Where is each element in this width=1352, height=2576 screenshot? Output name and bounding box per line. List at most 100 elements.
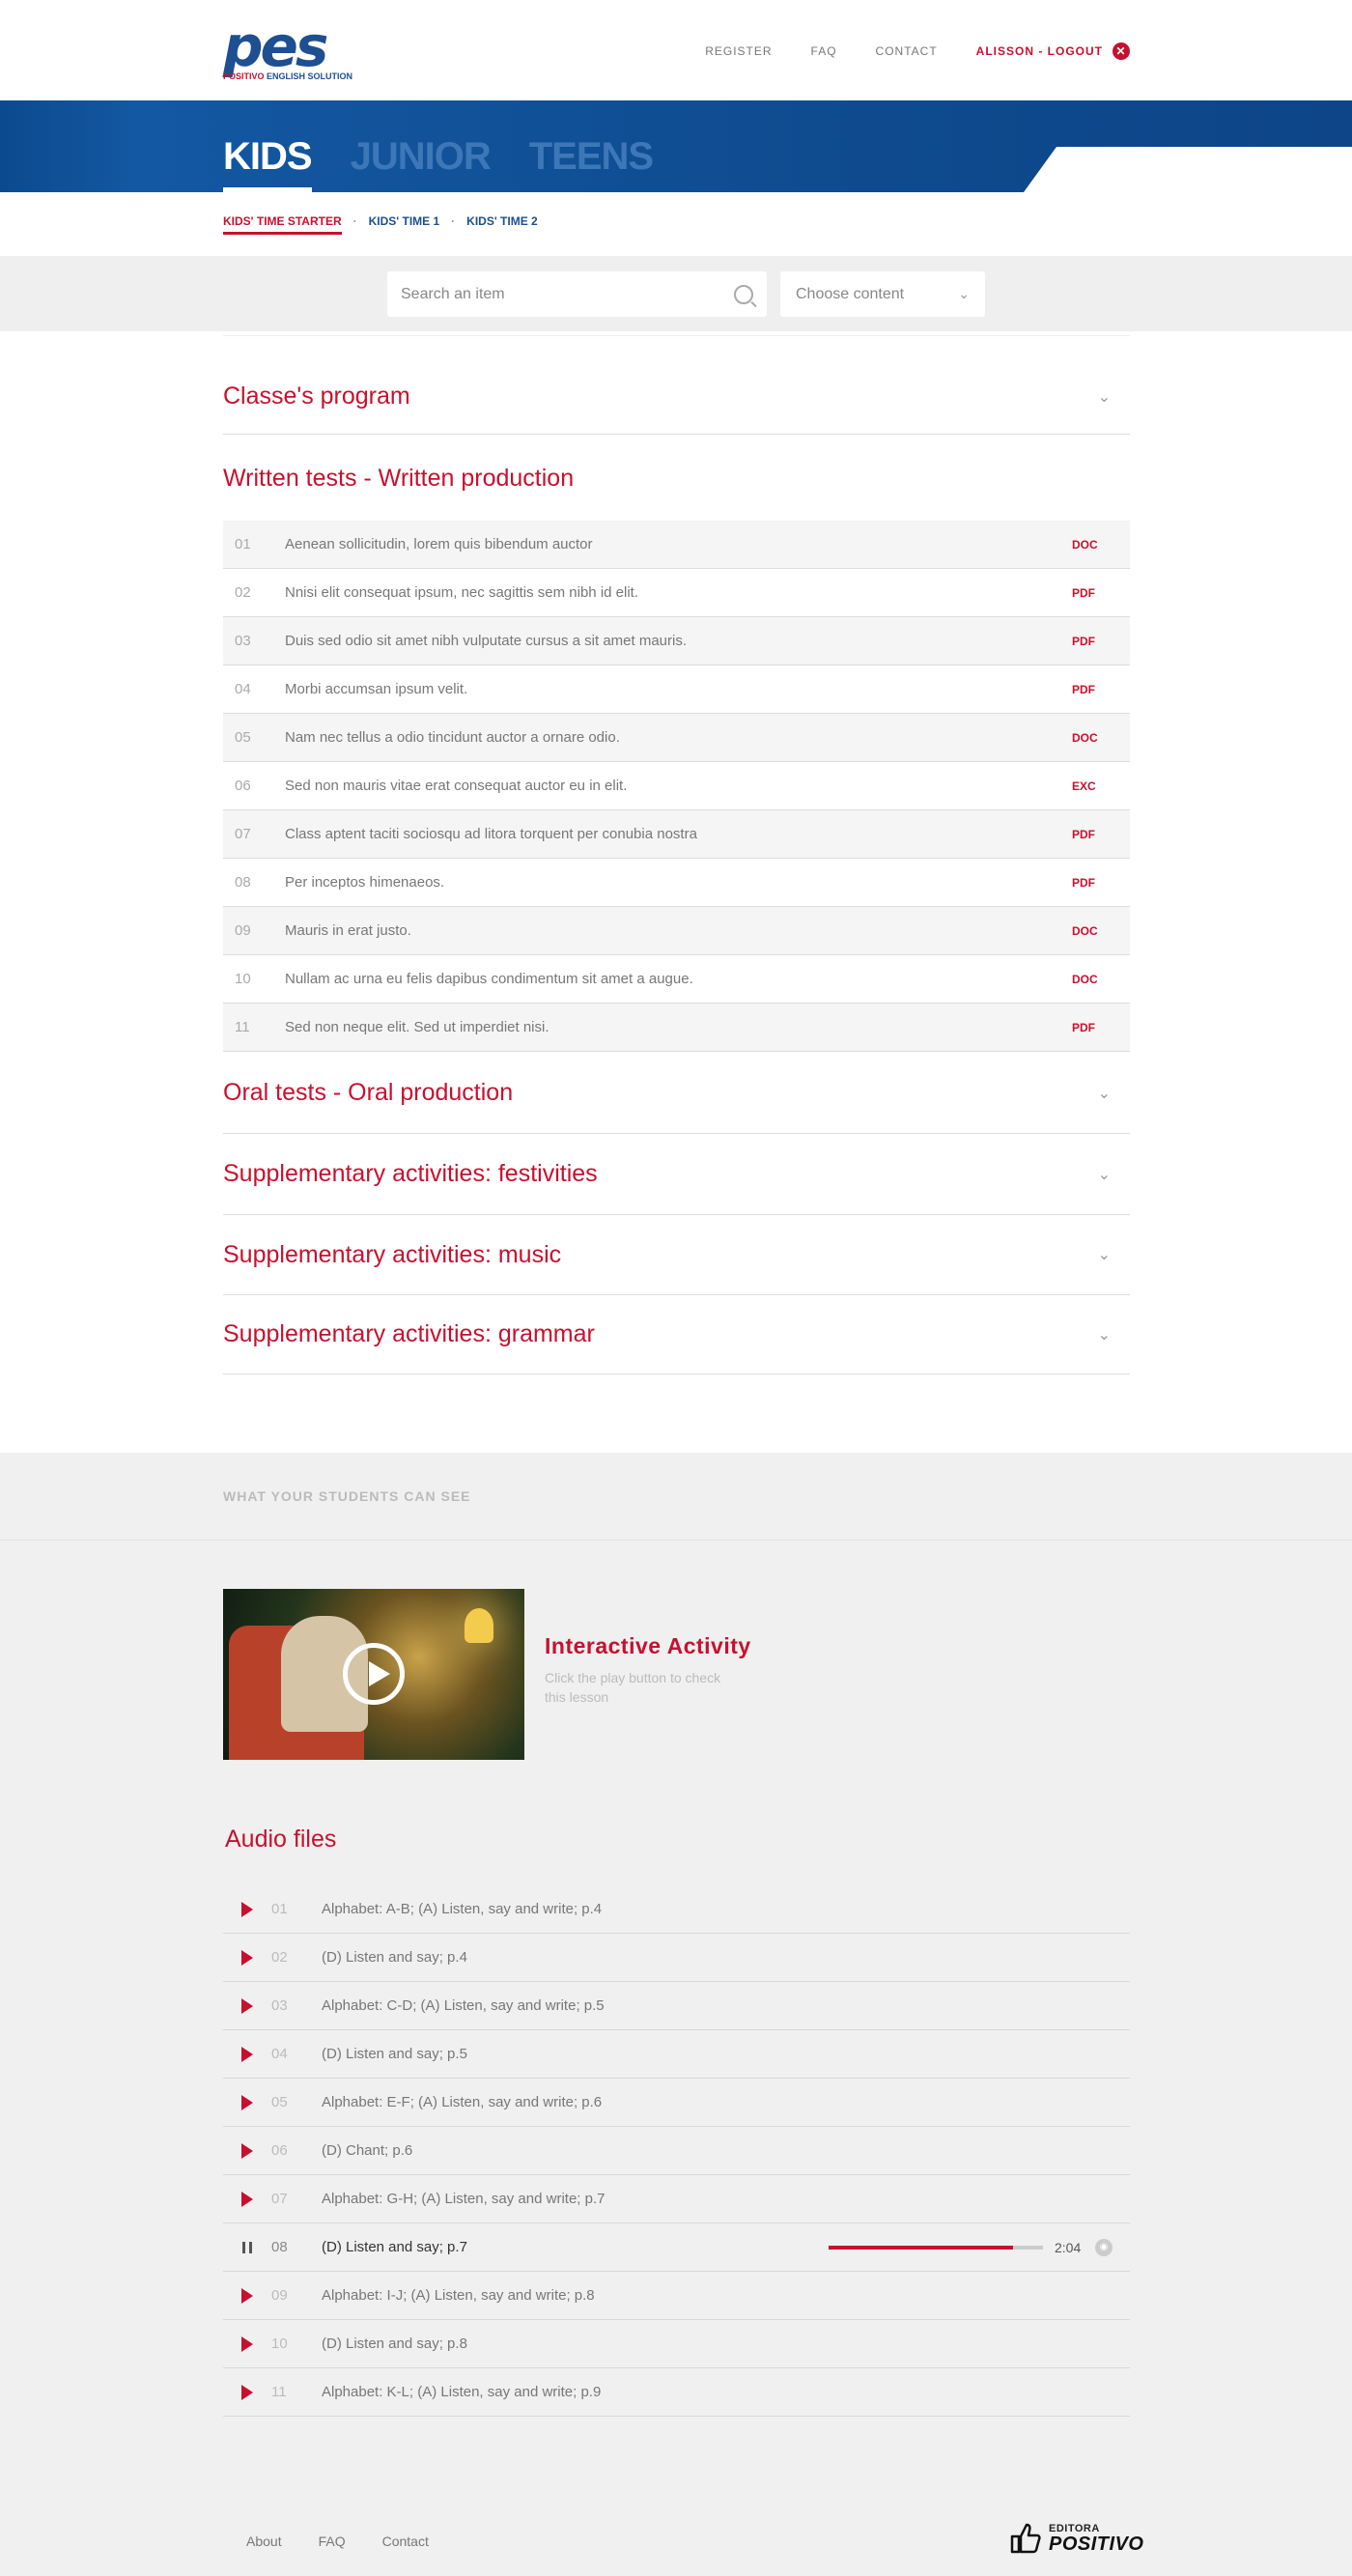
item-title[interactable]: Class aptent taciti sociosqu ad litora t…	[285, 826, 1072, 842]
audio-row[interactable]: 06 (D) Chant; p.6	[223, 2127, 1130, 2175]
file-type-badge[interactable]: PDF	[1072, 876, 1130, 890]
play-button[interactable]	[223, 1901, 271, 1917]
pes-logo[interactable]: pes POSITIVO ENGLISH SOLUTION	[223, 18, 358, 83]
item-title[interactable]: Nnisi elit consequat ipsum, nec sagittis…	[285, 584, 1072, 601]
list-item[interactable]: 07 Class aptent taciti sociosqu ad litora…	[223, 810, 1130, 859]
activity-video-thumbnail[interactable]	[223, 1589, 524, 1760]
list-item[interactable]: 05 Nam nec tellus a odio tincidunt auctor…	[223, 714, 1130, 762]
list-item[interactable]: 01 Aenean sollicitudin, lorem quis bibend…	[223, 521, 1130, 569]
item-title[interactable]: Morbi accumsan ipsum velit.	[285, 681, 1072, 697]
section-classes-program[interactable]: Classe's program ⌄	[223, 359, 1130, 435]
list-item[interactable]: 10 Nullam ac urna eu felis dapibus condim…	[223, 955, 1130, 1004]
item-title[interactable]: Sed non neque elit. Sed ut imperdiet nis…	[285, 1019, 1072, 1035]
level-tabs: KIDS JUNIOR TEENS	[223, 135, 654, 193]
nav-contact-link[interactable]: CONTACT	[876, 44, 938, 58]
audio-number: 10	[271, 2335, 288, 2352]
audio-row[interactable]: 04 (D) Listen and say; p.5	[223, 2030, 1130, 2079]
item-title[interactable]: Sed non mauris vitae erat consequat auct…	[285, 778, 1072, 794]
audio-title: Alphabet: A-B; (A) Listen, say and write…	[322, 1901, 603, 1917]
activity-title: Interactive Activity	[545, 1633, 751, 1658]
list-item[interactable]: 06 Sed non mauris vitae erat consequat au…	[223, 762, 1130, 810]
tab-kids[interactable]: KIDS	[223, 135, 313, 193]
audio-title: (D) Chant; p.6	[322, 2142, 413, 2159]
footer-about-link[interactable]: About	[246, 2534, 282, 2549]
file-type-badge[interactable]: DOC	[1072, 973, 1130, 986]
play-button[interactable]	[223, 2046, 271, 2062]
tab-kids-time-2[interactable]: KIDS' TIME 2	[466, 214, 538, 235]
section-oral-tests[interactable]: Oral tests - Oral production ⌄	[223, 1053, 1130, 1134]
section-title: Supplementary activities: grammar	[223, 1320, 595, 1347]
file-type-badge[interactable]: DOC	[1072, 924, 1130, 938]
file-type-badge[interactable]: PDF	[1072, 683, 1130, 696]
list-item[interactable]: 03 Duis sed odio sit amet nibh vulputate …	[223, 617, 1130, 665]
item-number: 05	[235, 729, 251, 746]
tab-junior[interactable]: JUNIOR	[351, 135, 492, 191]
tab-teens[interactable]: TEENS	[529, 135, 654, 191]
item-title[interactable]: Duis sed odio sit amet nibh vulputate cu…	[285, 633, 1072, 649]
audio-row[interactable]: 09 Alphabet: I-J; (A) Listen, say and wri…	[223, 2272, 1130, 2320]
play-button[interactable]	[223, 2191, 271, 2207]
editora-positivo-logo[interactable]: EDITORA POSITIVO	[1004, 2519, 1143, 2558]
pause-button[interactable]	[223, 2241, 271, 2253]
item-title[interactable]: Nam nec tellus a odio tincidunt auctor a…	[285, 729, 1072, 746]
nav-faq-link[interactable]: FAQ	[811, 44, 837, 58]
audio-row[interactable]: 10 (D) Listen and say; p.8	[223, 2320, 1130, 2368]
audio-title: Alphabet: G-H; (A) Listen, say and write…	[322, 2191, 606, 2207]
section-written-tests[interactable]: Written tests - Written production	[223, 454, 1130, 502]
list-item[interactable]: 08 Per inceptos himenaeos. PDF	[223, 859, 1130, 907]
audio-row[interactable]: 11 Alphabet: K-L; (A) Listen, say and wri…	[223, 2368, 1130, 2417]
tab-kids-time-starter[interactable]: KIDS' TIME STARTER	[223, 214, 342, 235]
file-type-badge[interactable]: PDF	[1072, 586, 1130, 600]
logout-link[interactable]: ALISSON - LOGOUT ✕	[976, 42, 1130, 60]
section-grammar[interactable]: Supplementary activities: grammar ⌄	[223, 1295, 1130, 1374]
tab-kids-time-1[interactable]: KIDS' TIME 1	[369, 214, 440, 235]
play-button[interactable]	[223, 2384, 271, 2400]
play-icon[interactable]	[343, 1643, 405, 1705]
close-circle-icon[interactable]: ✕	[1113, 42, 1130, 60]
section-music[interactable]: Supplementary activities: music ⌄	[223, 1215, 1130, 1295]
audio-row[interactable]: 02 (D) Listen and say; p.4	[223, 1934, 1130, 1982]
section-festivities[interactable]: Supplementary activities: festivities ⌄	[223, 1134, 1130, 1215]
footer-faq-link[interactable]: FAQ	[319, 2534, 346, 2549]
search-icon[interactable]	[734, 284, 753, 304]
play-button[interactable]	[223, 2142, 271, 2159]
audio-row[interactable]: 03 Alphabet: C-D; (A) Listen, say and wri…	[223, 1982, 1130, 2030]
file-type-badge[interactable]: PDF	[1072, 828, 1130, 841]
file-type-badge[interactable]: DOC	[1072, 538, 1130, 552]
audio-row[interactable]: 05 Alphabet: E-F; (A) Listen, say and wri…	[223, 2079, 1130, 2127]
play-icon	[241, 2384, 253, 2400]
file-type-badge[interactable]: DOC	[1072, 731, 1130, 745]
audio-list: 01 Alphabet: A-B; (A) Listen, say and wri…	[223, 1885, 1130, 2417]
file-type-badge[interactable]: PDF	[1072, 635, 1130, 648]
footer-contact-link[interactable]: Contact	[382, 2534, 429, 2549]
play-button[interactable]	[223, 1997, 271, 2014]
item-title[interactable]: Aenean sollicitudin, lorem quis bibendum…	[285, 536, 1072, 552]
play-button[interactable]	[223, 2287, 271, 2304]
item-number: 11	[235, 1019, 250, 1035]
audio-row[interactable]: 01 Alphabet: A-B; (A) Listen, say and wri…	[223, 1885, 1130, 1934]
volume-icon[interactable]: ◉	[1095, 2238, 1113, 2256]
document-list: 01 Aenean sollicitudin, lorem quis bibend…	[223, 521, 1130, 1052]
file-type-badge[interactable]: PDF	[1072, 1021, 1130, 1034]
list-item[interactable]: 04 Morbi accumsan ipsum velit. PDF	[223, 665, 1130, 714]
audio-progress-bar[interactable]	[829, 2245, 1043, 2250]
item-title[interactable]: Nullam ac urna eu felis dapibus condimen…	[285, 971, 1072, 987]
list-item[interactable]: 11 Sed non neque elit. Sed ut imperdiet n…	[223, 1004, 1130, 1052]
file-type-badge[interactable]: EXC	[1072, 779, 1130, 793]
list-item[interactable]: 09 Mauris in erat justo. DOC	[223, 907, 1130, 955]
nav-register-link[interactable]: REGISTER	[705, 44, 772, 58]
audio-number: 05	[271, 2094, 288, 2110]
play-button[interactable]	[223, 2094, 271, 2110]
audio-files-heading: Audio files	[225, 1826, 337, 1853]
audio-title: Alphabet: E-F; (A) Listen, say and write…	[322, 2094, 603, 2110]
play-button[interactable]	[223, 2335, 271, 2352]
audio-row[interactable]: 07 Alphabet: G-H; (A) Listen, say and wri…	[223, 2175, 1130, 2223]
play-button[interactable]	[223, 1949, 271, 1966]
content-select[interactable]: Choose content ⌄	[780, 271, 985, 317]
audio-progress-fill	[829, 2245, 1013, 2250]
item-title[interactable]: Per inceptos himenaeos.	[285, 874, 1072, 891]
list-item[interactable]: 02 Nnisi elit consequat ipsum, nec sagitt…	[223, 569, 1130, 617]
item-title[interactable]: Mauris in erat justo.	[285, 922, 1072, 939]
search-input[interactable]: Search an item	[387, 271, 767, 317]
audio-row[interactable]: 08 (D) Listen and say; p.7 2:04 ◉	[223, 2223, 1130, 2272]
